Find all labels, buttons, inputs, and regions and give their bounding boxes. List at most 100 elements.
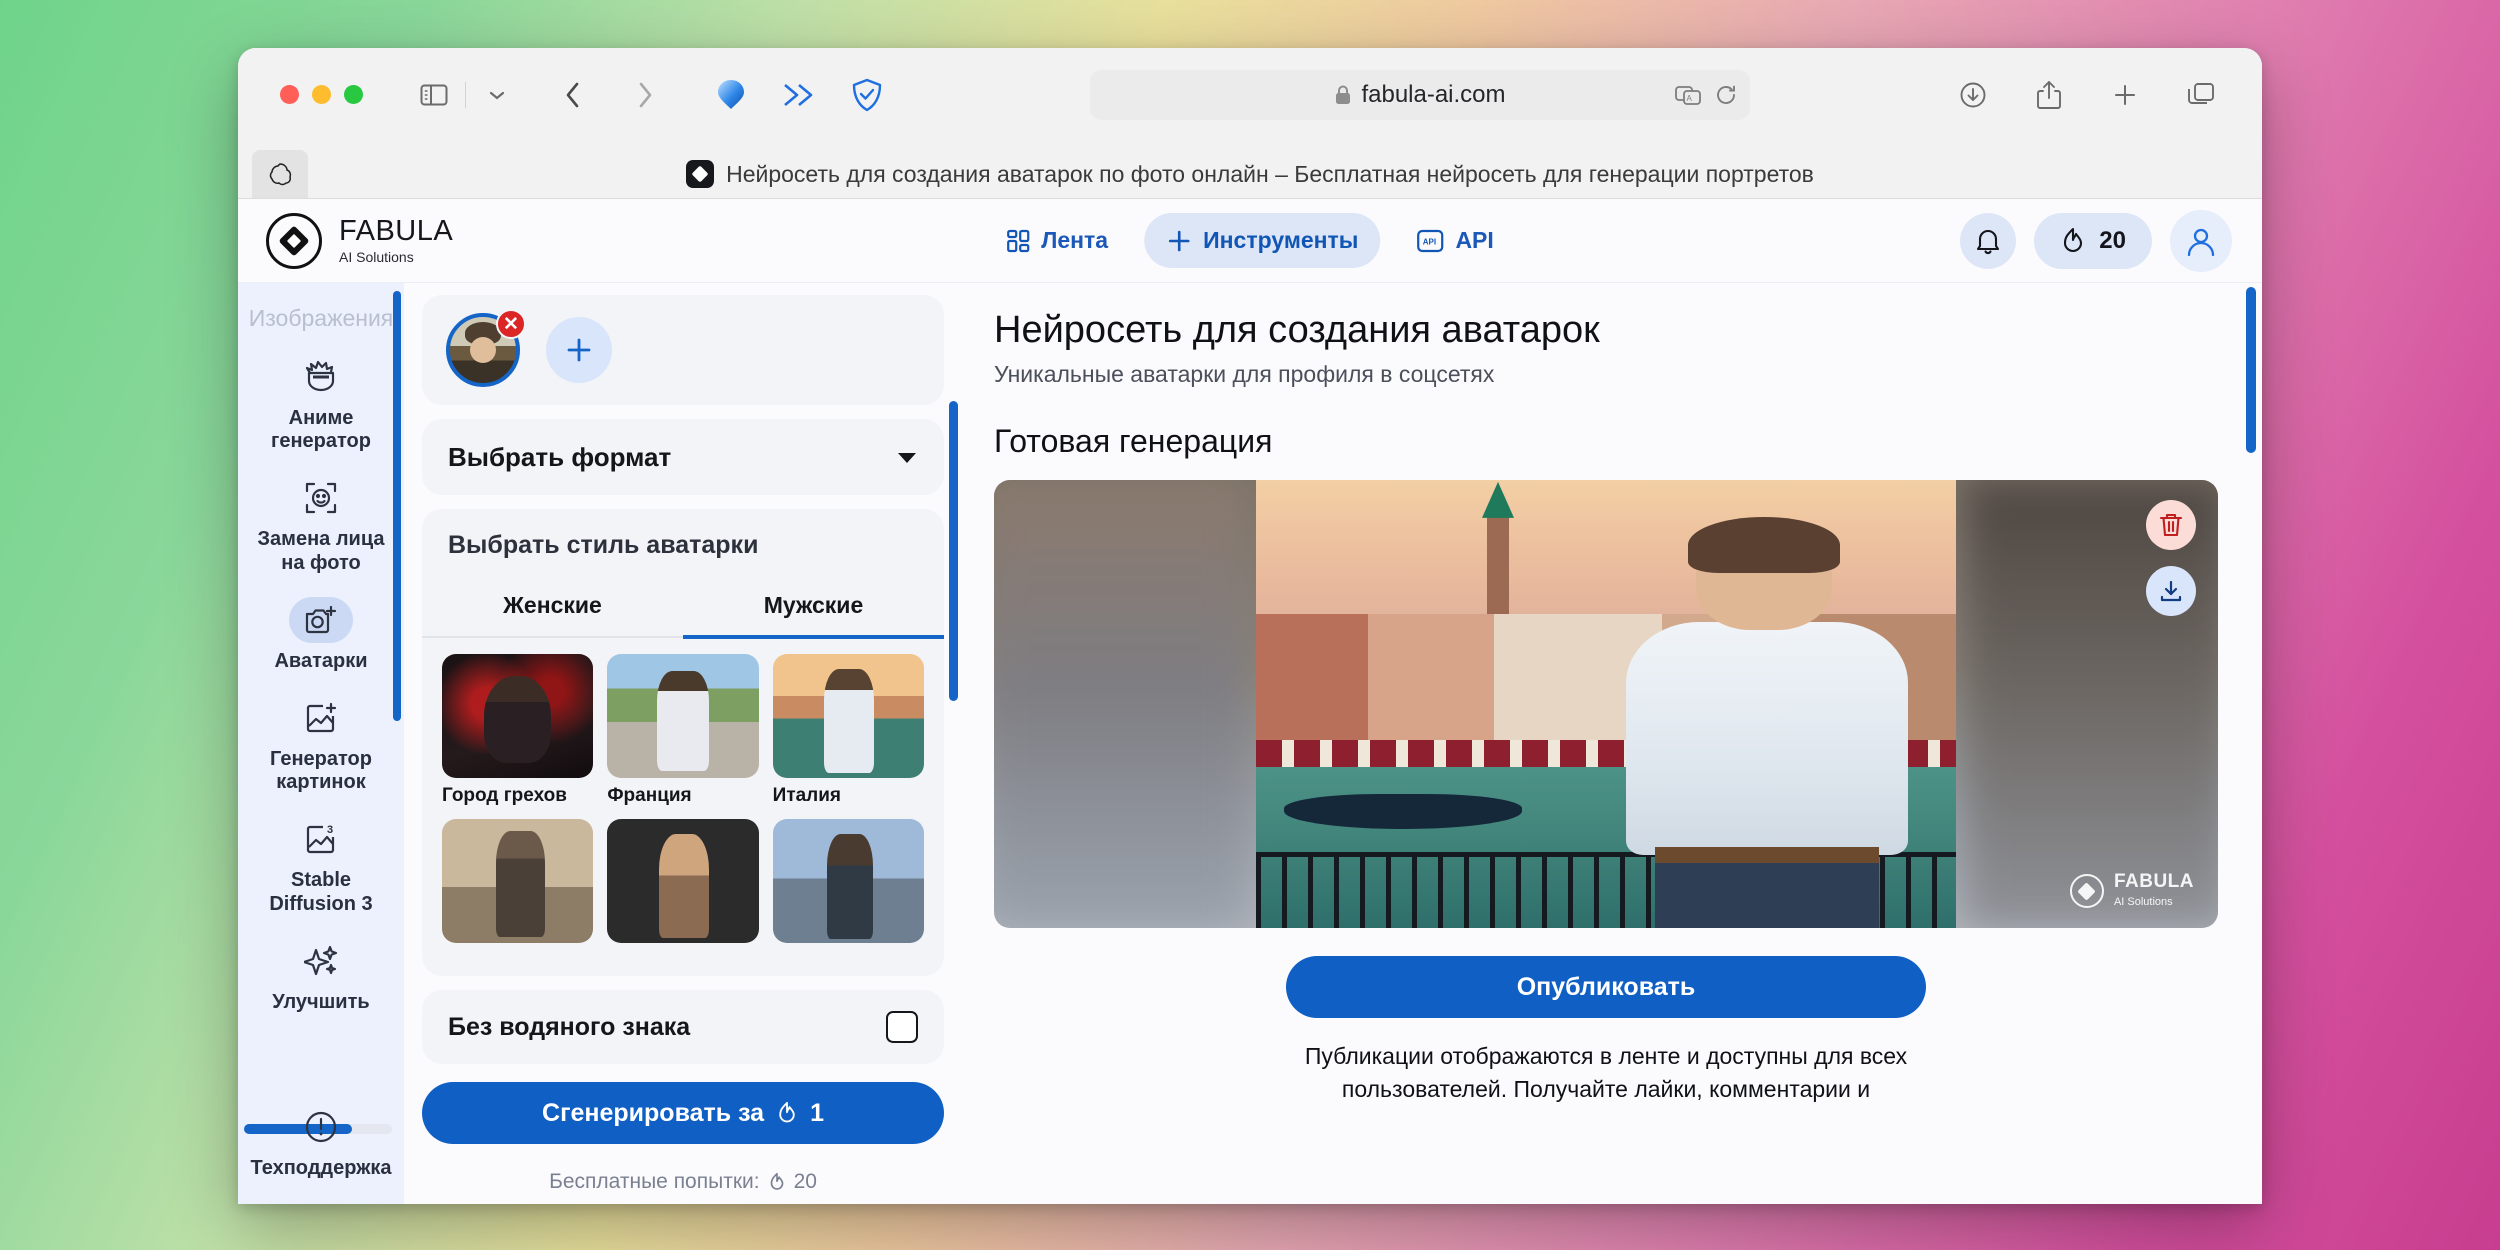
credits-badge[interactable]: 20	[2034, 212, 2152, 269]
panel-scrollbar[interactable]	[949, 401, 958, 701]
url-text: fabula-ai.com	[1361, 80, 1506, 108]
tab-male[interactable]: Мужские	[683, 580, 944, 639]
credits-value: 20	[2099, 226, 2126, 254]
generate-cost: 1	[810, 1098, 824, 1127]
image-content	[1256, 480, 1956, 928]
remove-photo-button[interactable]: ✕	[496, 309, 526, 339]
style-tile-italy[interactable]: Италия	[772, 654, 924, 807]
svg-text:3: 3	[327, 824, 333, 836]
app-header: FABULA AI Solutions Лента Инструменты AP…	[238, 199, 2262, 283]
brand-tagline: AI Solutions	[339, 248, 414, 265]
minimize-window-button[interactable]	[312, 85, 331, 104]
back-button[interactable]	[550, 72, 596, 118]
watermark-checkbox[interactable]	[886, 1011, 918, 1043]
style-tile-sin-city[interactable]: Город грехов	[442, 654, 594, 807]
watermark-option-row[interactable]: Без водяного знака	[422, 990, 944, 1064]
info-circle-icon	[289, 1104, 353, 1150]
image-watermark: FABULA AI Solutions	[2069, 871, 2194, 910]
sidebar-section-title: Изображения	[248, 305, 394, 331]
maximize-window-button[interactable]	[344, 85, 363, 104]
notifications-button[interactable]	[1960, 212, 2017, 269]
result-area: Нейросеть для создания аватарок Уникальн…	[964, 283, 2262, 1204]
nav-item-tools[interactable]: Инструменты	[1144, 213, 1381, 268]
brand-logo[interactable]: FABULA AI Solutions	[266, 212, 454, 269]
sidebar-label-anime: Аниме генератор	[271, 407, 371, 453]
style-thumbnail	[607, 819, 759, 943]
fabula-logo-icon	[2069, 874, 2104, 908]
style-tile-row2-1[interactable]	[442, 819, 594, 943]
brand-name: FABULA	[339, 215, 454, 248]
content-scrollbar[interactable]	[2246, 287, 2256, 453]
header-actions: 20	[1960, 209, 2232, 272]
style-name: Италия	[772, 785, 842, 806]
share-icon[interactable]	[2026, 72, 2072, 118]
style-tile-row2-3[interactable]	[772, 819, 924, 943]
gender-tabs: Женские Мужские	[422, 580, 944, 639]
new-tab-icon[interactable]	[2102, 72, 2148, 118]
sidebar-item-sd3[interactable]: 3 Stable Diffusion 3	[238, 810, 404, 931]
watermark-tagline: AI Solutions	[2113, 896, 2173, 908]
site-favicon	[686, 160, 715, 188]
style-thumbnail	[607, 654, 759, 778]
free-attempts-label: Бесплатные попытки:	[549, 1170, 760, 1193]
style-tile-row2-2[interactable]	[607, 819, 759, 943]
user-avatar-button[interactable]	[2170, 209, 2232, 272]
bell-icon	[1975, 227, 2001, 255]
add-photo-button[interactable]	[546, 317, 612, 383]
free-attempts-note: Бесплатные попытки: 20	[422, 1158, 944, 1204]
uploaded-photo[interactable]: ✕	[446, 309, 526, 387]
photo-upload-area: ✕	[422, 295, 944, 405]
tab-female[interactable]: Женские	[422, 580, 683, 636]
face-swap-icon	[289, 475, 353, 521]
sparkles-icon	[289, 938, 353, 984]
generate-button[interactable]: Сгенерировать за 1	[422, 1082, 944, 1144]
sidebar-item-anime[interactable]: Аниме генератор	[238, 348, 404, 469]
sidebar-item-enhance[interactable]: Улучшить	[238, 932, 404, 1030]
sidebar-item-support[interactable]: Техподдержка	[238, 1098, 404, 1196]
sidebar-item-face-swap[interactable]: Замена лица на фото	[238, 469, 404, 590]
watermark-brand: FABULA	[2113, 871, 2194, 892]
chevron-down-icon	[896, 450, 918, 464]
translate-icon[interactable]: A	[1675, 84, 1701, 106]
flame-icon	[776, 1101, 798, 1125]
address-bar[interactable]: fabula-ai.com A	[1090, 69, 1750, 120]
style-thumbnail	[442, 654, 594, 778]
image-blur-left	[994, 480, 1246, 928]
sidebar-item-avatars[interactable]: Аватарки	[238, 591, 404, 689]
nav-item-api[interactable]: API API	[1394, 213, 1515, 268]
reload-icon[interactable]	[1715, 84, 1737, 106]
style-name: Франция	[607, 785, 692, 806]
style-name: Город грехов	[442, 785, 567, 806]
generated-image[interactable]: FABULA AI Solutions	[994, 480, 2218, 928]
fast-forward-icon[interactable]	[776, 72, 822, 118]
forward-button[interactable]	[622, 72, 668, 118]
svg-text:API: API	[1423, 237, 1436, 246]
nav-item-feed[interactable]: Лента	[984, 213, 1130, 268]
fabula-logo-icon	[266, 212, 322, 269]
style-thumbnail	[772, 819, 924, 943]
tab-overview-icon[interactable]	[2178, 72, 2224, 118]
tab-strip: Нейросеть для создания аватарок по фото …	[238, 141, 2262, 199]
style-thumbnail	[772, 654, 924, 778]
style-tile-france[interactable]: Франция	[607, 654, 759, 807]
delete-image-button[interactable]	[2146, 500, 2196, 550]
flame-icon	[768, 1172, 786, 1192]
main-nav: Лента Инструменты API API	[984, 213, 1516, 268]
close-window-button[interactable]	[280, 85, 299, 104]
sidebar-toggle-button[interactable]	[411, 72, 457, 118]
sidebar-label-image-generator: Генератор картинок	[270, 747, 372, 794]
format-select[interactable]: Выбрать формат	[422, 419, 944, 495]
downloads-icon[interactable]	[1950, 72, 1996, 118]
chevron-down-icon[interactable]	[474, 72, 520, 118]
publish-note: Публикации отображаются в ленте и доступ…	[1304, 1043, 1908, 1103]
sidebar-label-avatars: Аватарки	[274, 649, 368, 672]
balloon-icon[interactable]	[708, 72, 754, 118]
pinned-tab[interactable]	[252, 150, 308, 198]
download-image-button[interactable]	[2146, 566, 2196, 616]
sidebar-item-image-generator[interactable]: Генератор картинок	[238, 689, 404, 810]
publish-button[interactable]: Опубликовать	[1286, 956, 1926, 1018]
shield-check-icon[interactable]	[844, 72, 890, 118]
image-actions	[2146, 500, 2196, 616]
sidebar-scrollbar[interactable]	[393, 291, 401, 721]
style-selector-title: Выбрать стиль аватарки	[448, 531, 759, 559]
